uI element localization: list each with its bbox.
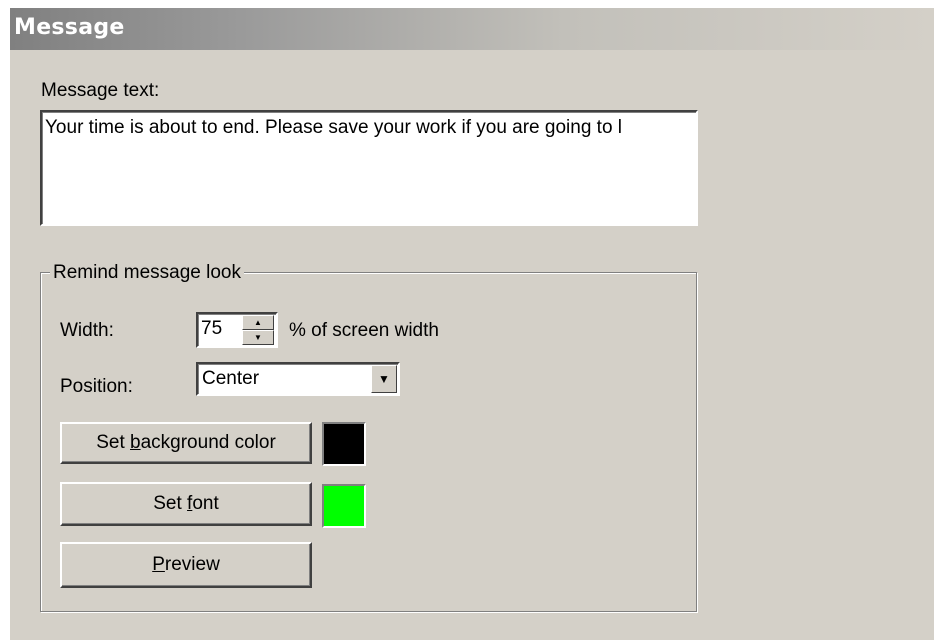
button-label: Set [96, 432, 131, 453]
width-spinbox[interactable]: 75 ▲ ▼ [196, 312, 278, 348]
button-label: Set [153, 493, 188, 514]
accelerator-key: b [130, 432, 141, 453]
message-panel: Message Message text: Your time is about… [10, 8, 934, 640]
width-label: Width: [60, 320, 114, 341]
chevron-down-icon: ▼ [378, 372, 390, 386]
accelerator-key: P [152, 554, 165, 575]
button-label: review [164, 554, 220, 575]
position-value: Center [202, 368, 260, 389]
width-suffix-label: % of screen width [289, 320, 439, 341]
button-label: ackground color [140, 432, 276, 453]
message-text-label: Message text: [41, 80, 160, 101]
font-color-swatch [322, 484, 366, 528]
set-font-button[interactable]: Set font [60, 482, 312, 526]
preview-button[interactable]: Preview [60, 542, 312, 588]
title-bar: Message [10, 8, 934, 50]
button-label: ont [192, 493, 219, 514]
position-dropdown[interactable]: Center ▼ [196, 362, 400, 396]
set-background-color-button[interactable]: Set background color [60, 422, 312, 464]
width-value: 75 [201, 318, 223, 339]
position-label: Position: [60, 376, 133, 397]
spin-down-icon: ▼ [254, 332, 262, 342]
message-text-field[interactable]: Your time is about to end. Please save y… [40, 110, 698, 226]
spin-up-button[interactable]: ▲ [242, 315, 274, 330]
spin-down-button[interactable]: ▼ [242, 330, 274, 345]
background-color-swatch [322, 422, 366, 466]
dropdown-button[interactable]: ▼ [371, 365, 397, 393]
panel-title: Message [14, 15, 125, 40]
remind-look-legend: Remind message look [50, 262, 244, 284]
spin-up-icon: ▲ [254, 317, 262, 327]
message-text-value: Your time is about to end. Please save y… [45, 117, 623, 138]
